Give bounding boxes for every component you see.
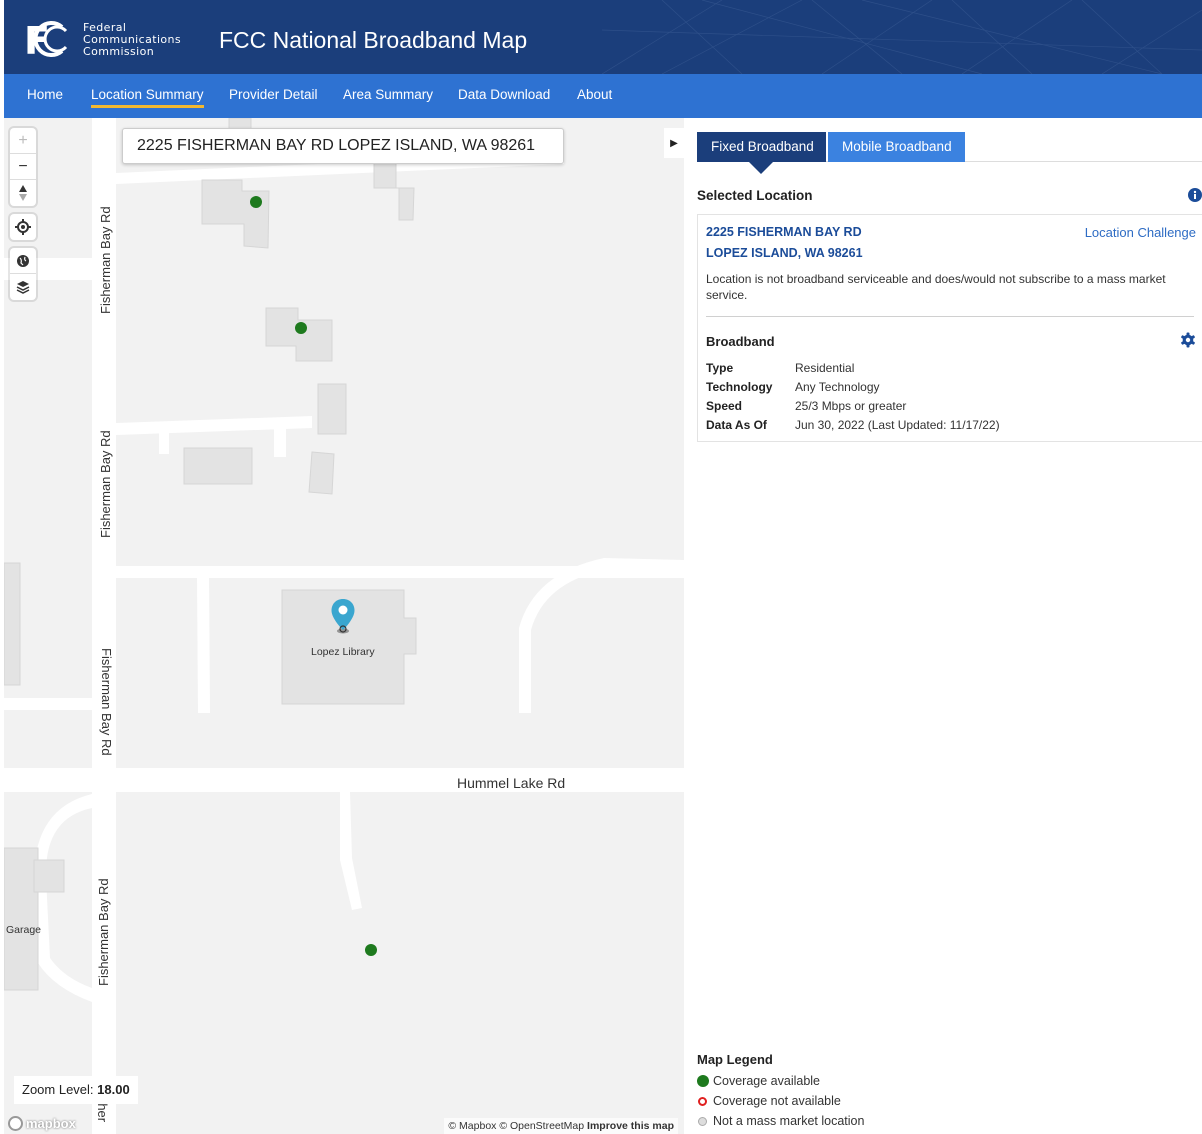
street-label-fisherman-bay: Fisherman Bay Rd xyxy=(99,648,114,756)
broadband-row-key: Data As Of xyxy=(706,418,767,432)
info-icon[interactable] xyxy=(1188,188,1202,202)
zoom-out-icon[interactable]: − xyxy=(10,154,36,180)
building xyxy=(33,859,65,893)
broadband-row-value: 25/3 Mbps or greater xyxy=(795,399,907,413)
panel-toggle-icon[interactable]: ▶ xyxy=(664,128,684,158)
location-challenge-link[interactable]: Location Challenge xyxy=(1085,225,1196,240)
legend-title: Map Legend xyxy=(697,1052,773,1067)
location-pin-icon[interactable] xyxy=(330,598,356,634)
street-label-fisherman-bay: Fisherman Bay Rd xyxy=(96,878,111,986)
card-divider xyxy=(706,316,1194,317)
selected-location-title: Selected Location xyxy=(697,188,813,203)
nav-data-download[interactable]: Data Download xyxy=(458,87,550,102)
road-hummel-lake xyxy=(4,768,684,792)
compass-icon[interactable] xyxy=(10,180,36,206)
zoom-level-value: 18.00 xyxy=(97,1082,130,1097)
building xyxy=(183,447,253,485)
map-legend: Map Legend Coverage available Coverage n… xyxy=(697,1052,864,1131)
street-label-fisherman-bay: Fisherman Bay Rd xyxy=(98,430,113,538)
map-attribution: © Mapbox © OpenStreetMap Improve this ma… xyxy=(444,1118,678,1134)
building xyxy=(317,383,347,435)
building xyxy=(265,307,333,362)
poi-label-lopez-library: Lopez Library xyxy=(311,646,375,658)
mapbox-logo-icon xyxy=(8,1115,23,1131)
nav-location-summary[interactable]: Location Summary xyxy=(91,87,204,108)
broadband-row-value: Jun 30, 2022 (Last Updated: 11/17/22) xyxy=(795,418,1000,432)
legend-label: Coverage not available xyxy=(713,1094,841,1108)
curved-road xyxy=(519,558,684,713)
driveway xyxy=(159,428,169,454)
nav-provider-detail[interactable]: Provider Detail xyxy=(229,87,318,102)
nav-area-summary[interactable]: Area Summary xyxy=(343,87,433,102)
poi-label-garage: Garage xyxy=(6,924,42,936)
zoom-controls: + − xyxy=(10,128,36,206)
hollow-circle-icon xyxy=(698,1096,707,1106)
tab-fixed-broadband[interactable]: Fixed Broadband xyxy=(697,132,826,174)
street-label-hummel-lake: Hummel Lake Rd xyxy=(457,775,566,791)
site-title[interactable]: FCC National Broadband Map xyxy=(219,27,527,54)
legend-label: Coverage available xyxy=(713,1074,821,1088)
broadband-row-key: Speed xyxy=(706,399,743,413)
main-nav: Home Location Summary Provider Detail Ar… xyxy=(4,74,1202,118)
layer-controls xyxy=(10,248,36,300)
driveway xyxy=(340,792,362,910)
garage-building xyxy=(4,847,39,991)
geolocate-control xyxy=(10,214,36,240)
location-panel: Fixed Broadband Mobile Broadband Selecte… xyxy=(684,118,1202,1134)
curved-road xyxy=(34,794,92,1002)
globe-icon[interactable] xyxy=(10,248,36,274)
filled-circle-icon xyxy=(697,1075,709,1087)
address-line-1[interactable]: 2225 FISHERMAN BAY RD xyxy=(706,225,862,239)
broadband-row-speed: Speed 25/3 Mbps or greater xyxy=(706,399,906,413)
nav-about[interactable]: About xyxy=(577,87,612,102)
broadband-row-key: Type xyxy=(706,361,734,375)
nav-home[interactable]: Home xyxy=(27,87,63,102)
broadband-title: Broadband xyxy=(706,334,775,349)
coverage-marker[interactable] xyxy=(365,944,377,956)
side-road xyxy=(4,698,92,710)
zoom-in-icon[interactable]: + xyxy=(10,128,36,154)
layers-icon[interactable] xyxy=(10,274,36,300)
locate-icon[interactable] xyxy=(10,214,36,240)
building xyxy=(4,562,21,686)
coverage-marker[interactable] xyxy=(250,196,262,208)
broadband-row-data-as-of: Data As Of Jun 30, 2022 (Last Updated: 11… xyxy=(706,418,1000,432)
page: F Federal Communications Commission FCC … xyxy=(0,0,1202,1134)
broadband-row-technology: Technology Any Technology xyxy=(706,380,880,394)
broadband-row-type: Type Residential xyxy=(706,361,854,375)
gear-icon[interactable] xyxy=(1180,332,1196,348)
header-pattern xyxy=(602,0,1202,74)
gray-circle-icon xyxy=(698,1116,707,1126)
tab-mobile-broadband[interactable]: Mobile Broadband xyxy=(828,132,965,162)
broadband-row-key: Technology xyxy=(706,380,773,394)
agency-name: Federal Communications Commission xyxy=(83,22,181,58)
building xyxy=(308,451,335,495)
address-search-input[interactable]: 2225 FISHERMAN BAY RD LOPEZ ISLAND, WA 9… xyxy=(122,128,564,164)
broadband-row-value: Residential xyxy=(795,361,855,375)
building xyxy=(201,179,270,249)
broadband-row-value: Any Technology xyxy=(795,380,880,394)
legend-item-coverage-available: Coverage available xyxy=(697,1071,864,1091)
location-status-text: Location is not broadband serviceable an… xyxy=(706,272,1166,302)
street-label-fisherman-bay: Fisherman Bay Rd xyxy=(98,206,113,314)
legend-item-not-mass-market: Not a mass market location xyxy=(697,1111,864,1131)
legend-item-coverage-not-available: Coverage not available xyxy=(697,1091,864,1111)
location-card: 2225 FISHERMAN BAY RD LOPEZ ISLAND, WA 9… xyxy=(697,214,1202,442)
mapbox-logo-text: mapbox xyxy=(26,1115,76,1131)
legend-label: Not a mass market location xyxy=(713,1114,865,1128)
agency-name-line: Commission xyxy=(83,45,155,58)
site-header: F Federal Communications Commission FCC … xyxy=(4,0,1202,74)
address-line-2[interactable]: LOPEZ ISLAND, WA 98261 xyxy=(706,246,863,260)
zoom-level-label: Zoom Level: xyxy=(22,1082,94,1097)
fcc-logo-icon[interactable]: F xyxy=(24,17,68,61)
map-view[interactable]: Fisherman Bay Rd Fisherman Bay Rd Fisher… xyxy=(4,118,684,1134)
coverage-marker[interactable] xyxy=(295,322,307,334)
improve-map-link[interactable]: Improve this map xyxy=(587,1120,674,1132)
attribution-text[interactable]: © Mapbox © OpenStreetMap xyxy=(448,1120,584,1132)
driveway xyxy=(274,423,286,457)
mapbox-logo[interactable]: mapbox xyxy=(8,1114,76,1132)
broadband-tabs: Fixed Broadband Mobile Broadband xyxy=(697,132,1202,174)
zoom-level-display: Zoom Level: 18.00 xyxy=(14,1076,138,1104)
